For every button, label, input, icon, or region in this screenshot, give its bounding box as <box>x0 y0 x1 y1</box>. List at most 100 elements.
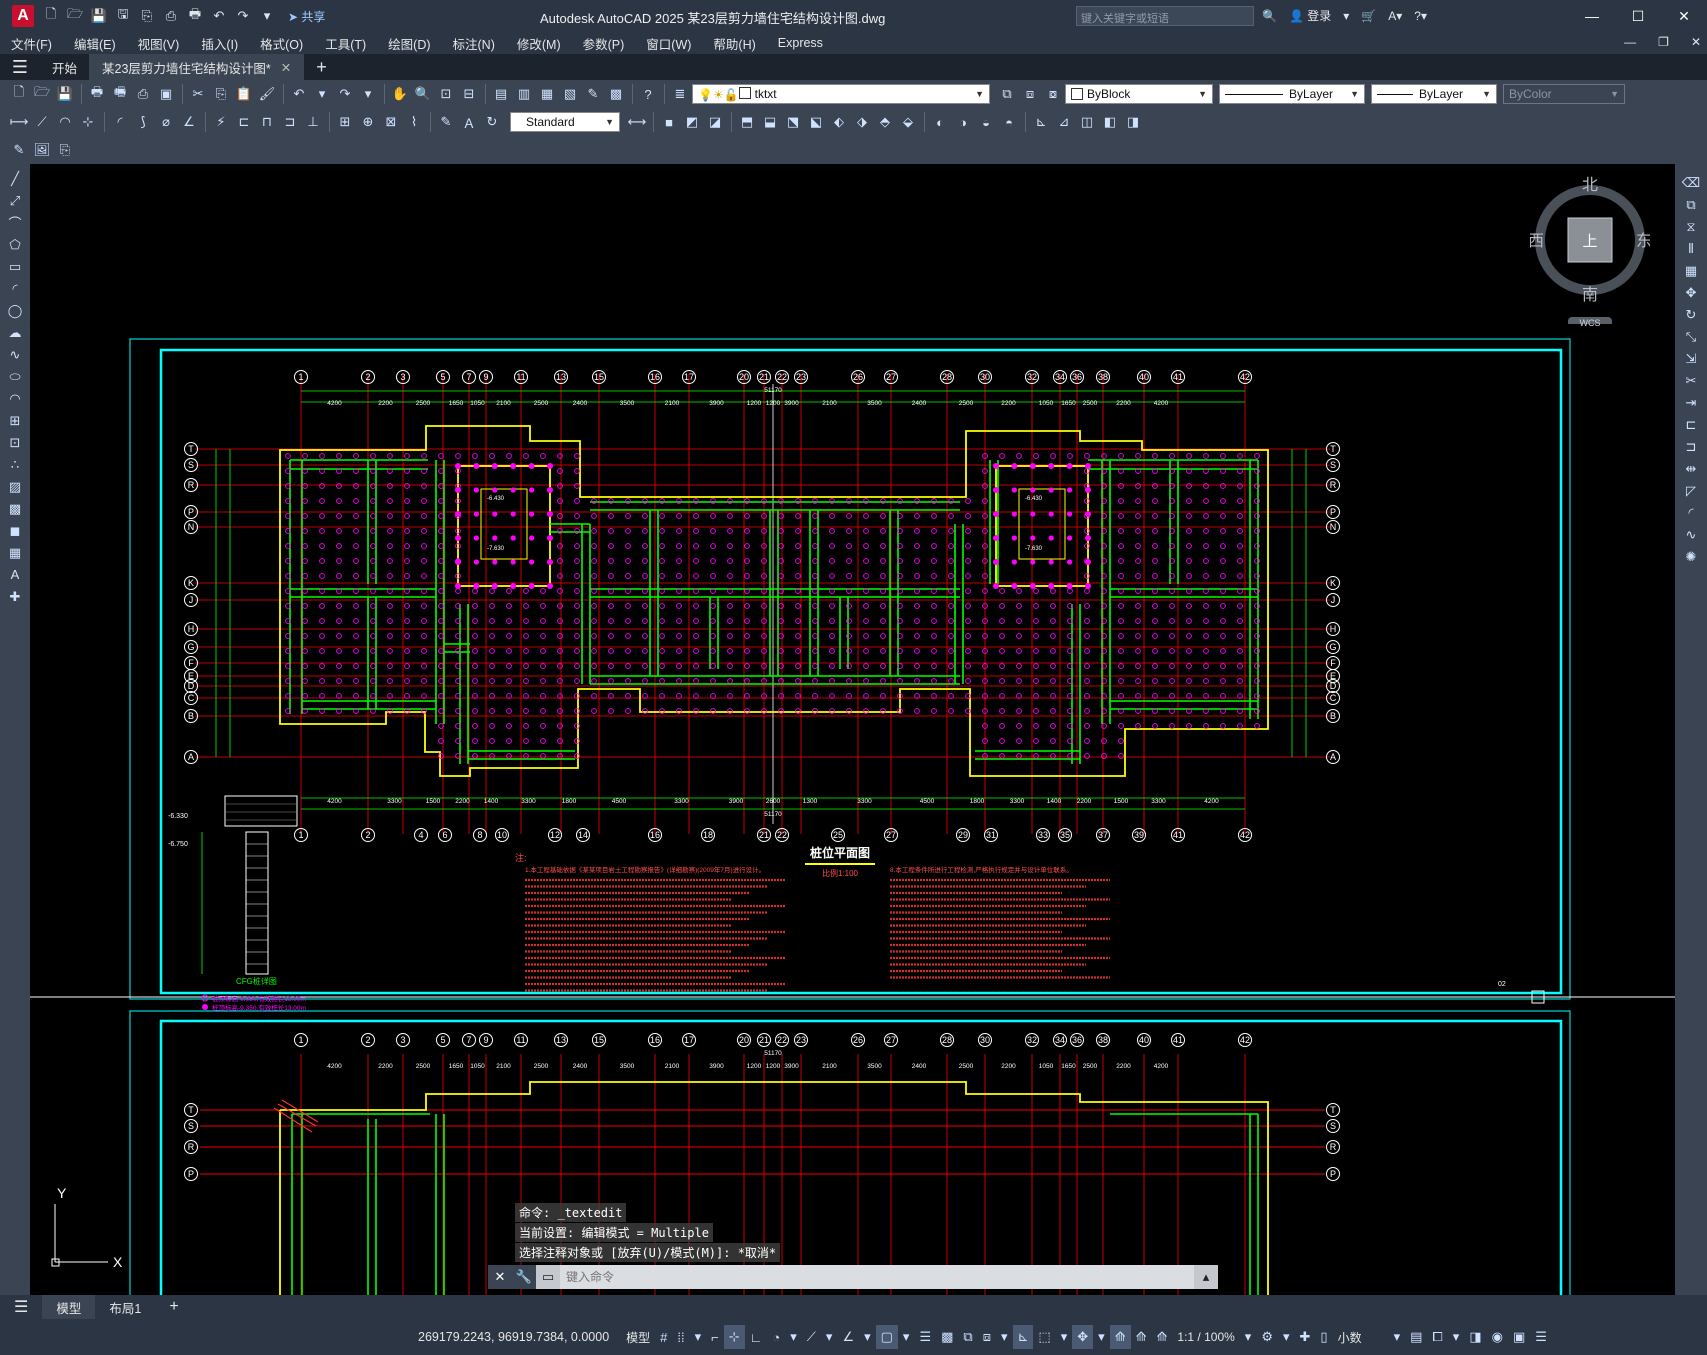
extrude-icon[interactable]: ⬒ <box>736 111 758 133</box>
minimize-icon[interactable]: — <box>1569 0 1615 32</box>
layer-make-current-icon[interactable]: ⧉ <box>996 83 1018 105</box>
polar-icon[interactable]: ◔ <box>767 1325 785 1349</box>
compass-west[interactable]: 西 <box>1528 233 1544 250</box>
qat-dropdown-icon[interactable]: ▾ <box>258 7 276 25</box>
otrack-dropdown-icon[interactable]: ▾ <box>859 1325 876 1349</box>
command-customize-icon[interactable]: 🔧 <box>512 1265 536 1289</box>
dim-linear-icon[interactable]: ⟼ <box>8 111 30 133</box>
scale-icon[interactable]: ⤡ <box>1680 326 1702 347</box>
center-mark-icon[interactable]: ⊕ <box>357 111 379 133</box>
gizmo-icon[interactable]: ✥ <box>1072 1325 1094 1349</box>
revision-cloud-icon[interactable]: ☁ <box>4 322 26 343</box>
color-dropdown[interactable]: ByBlock ▼ <box>1065 84 1213 104</box>
tab-start[interactable]: 开始 <box>40 54 91 80</box>
tab-model[interactable]: 模型 <box>42 1295 96 1319</box>
break-at-point-icon[interactable]: ⊏ <box>1680 414 1702 435</box>
subtract-icon[interactable]: ⬖ <box>828 111 850 133</box>
quick-properties-icon[interactable]: ▤ <box>1405 1325 1427 1349</box>
lights-icon[interactable]: ◓ <box>998 111 1020 133</box>
dim-text-edit-icon[interactable]: Ａ <box>458 111 480 133</box>
image-insert-icon[interactable]: 🖼 <box>31 139 53 161</box>
menu-modify[interactable]: 修改(M) <box>506 34 572 53</box>
menu-help[interactable]: 帮助(H) <box>702 34 766 53</box>
redo-dropdown-icon[interactable]: ▾ <box>357 83 379 105</box>
ucs-view-icon[interactable]: ◫ <box>1076 111 1098 133</box>
dim-jogged-icon[interactable]: ⟆ <box>132 111 154 133</box>
tool-palettes-icon[interactable]: ▦ <box>536 83 558 105</box>
revolve-icon[interactable]: ⬓ <box>759 111 781 133</box>
point-icon[interactable]: ∴ <box>4 454 26 475</box>
dim-radius-icon[interactable]: ◜ <box>109 111 131 133</box>
units-icon[interactable]: ▯ <box>1315 1325 1332 1349</box>
dim-continue-icon[interactable]: ⊓ <box>256 111 278 133</box>
selection-filter-icon[interactable]: ⬚ <box>1033 1325 1055 1349</box>
dim-angular-icon[interactable]: ∠ <box>178 111 200 133</box>
arc-icon[interactable]: ◜ <box>4 278 26 299</box>
compass-south[interactable]: 南 <box>1582 286 1598 304</box>
zoom-previous-icon[interactable]: ⊟ <box>458 83 480 105</box>
copy-icon[interactable]: ⎘ <box>210 83 232 105</box>
undo-dropdown-icon[interactable]: ▾ <box>311 83 333 105</box>
insert-block-icon[interactable]: ⊞ <box>4 410 26 431</box>
menu-express[interactable]: Express <box>767 36 834 50</box>
trim-icon[interactable]: ✂ <box>1680 370 1702 391</box>
ucs-icon[interactable]: ⊾ <box>1030 111 1052 133</box>
menu-hamburger-icon[interactable]: ☰ <box>0 57 40 78</box>
publish-icon[interactable]: ⎙ <box>132 83 154 105</box>
fillet-icon[interactable]: ◜ <box>1680 502 1702 523</box>
selection-cycling-icon[interactable]: ⧉ <box>958 1325 977 1349</box>
autocad-logo-icon[interactable]: A <box>12 5 34 27</box>
3d-osnap-dropdown-icon[interactable]: ▾ <box>996 1325 1013 1349</box>
explode-icon[interactable]: ✺ <box>1680 546 1702 567</box>
auto-scale-icon[interactable]: ⟰ <box>1131 1325 1152 1349</box>
doc-close-icon[interactable]: ✕ <box>1691 35 1701 49</box>
customization-icon[interactable]: ☰ <box>1530 1325 1552 1349</box>
dim-space-icon[interactable]: ⊐ <box>279 111 301 133</box>
blend-curves-icon[interactable]: ∿ <box>1680 524 1702 545</box>
layer-properties-icon[interactable]: ≣ <box>669 83 691 105</box>
scale-dropdown-icon[interactable]: ▾ <box>1240 1325 1257 1349</box>
visual-style-icon[interactable]: ◐ <box>929 111 951 133</box>
menu-view[interactable]: 视图(V) <box>127 34 191 53</box>
layer-dropdown[interactable]: 💡☀🔓 tktxt ▼ <box>692 84 990 104</box>
menu-insert[interactable]: 插入(I) <box>190 34 249 53</box>
pan-icon[interactable]: ✋ <box>389 83 411 105</box>
layout-menu-icon[interactable]: ☰ <box>0 1295 42 1319</box>
ortho-icon[interactable]: ∟ <box>745 1325 768 1349</box>
calculator-icon[interactable]: ▩ <box>605 83 627 105</box>
paste-icon[interactable]: 📋 <box>233 83 255 105</box>
isolate-objects-icon[interactable]: ◨ <box>1464 1325 1486 1349</box>
infer-constraints-icon[interactable]: ⌐ <box>706 1325 724 1349</box>
tolerance-icon[interactable]: ⊞ <box>334 111 356 133</box>
command-input[interactable] <box>560 1267 1194 1287</box>
intersect-icon[interactable]: ⬗ <box>851 111 873 133</box>
save-icon[interactable]: 💾 <box>90 7 108 25</box>
array-icon[interactable]: ▦ <box>1680 260 1702 281</box>
units-dropdown-icon[interactable]: ▾ <box>1389 1325 1406 1349</box>
mirror-icon[interactable]: ⧖ <box>1680 216 1702 237</box>
redo-toolbar-icon[interactable]: ↷ <box>334 83 356 105</box>
maximize-icon[interactable]: ☐ <box>1615 0 1661 32</box>
match-prop-icon[interactable]: 🖌 <box>256 83 278 105</box>
isodraft-dropdown-icon[interactable]: ▾ <box>821 1325 838 1349</box>
properties-icon[interactable]: ▤ <box>490 83 512 105</box>
annotation-visibility-icon[interactable]: ⟰ <box>1109 1325 1131 1349</box>
line-icon[interactable]: ╱ <box>4 168 26 189</box>
ucs-face-icon[interactable]: ◨ <box>1122 111 1144 133</box>
dim-arc-icon[interactable]: ◠ <box>54 111 76 133</box>
hatch-icon[interactable]: ▨ <box>4 476 26 497</box>
snap-icon[interactable]: ⁞⁞ <box>672 1325 689 1349</box>
command-history-toggle-icon[interactable]: ▴ <box>1194 1265 1218 1289</box>
drawing-canvas[interactable]: -6.430 -7.630 -6.430 -7.630 1 2 3 5 7 9 11 13 15 16 1… <box>30 164 1675 1295</box>
command-close-icon[interactable]: ✕ <box>488 1265 512 1289</box>
polyline-icon[interactable]: ⌒ <box>4 212 26 233</box>
menu-parametric[interactable]: 参数(P) <box>572 34 636 53</box>
save-as-icon[interactable]: 🖫 <box>114 6 132 25</box>
menu-window[interactable]: 窗口(W) <box>635 34 702 53</box>
zoom-window-icon[interactable]: ⊡ <box>435 83 457 105</box>
table-icon[interactable]: ▦ <box>4 542 26 563</box>
sweep-icon[interactable]: ⬔ <box>782 111 804 133</box>
dim-edit-icon[interactable]: ✎ <box>435 111 457 133</box>
make-block-icon[interactable]: ⊡ <box>4 432 26 453</box>
offset-icon[interactable]: ⫴ <box>1680 238 1702 259</box>
